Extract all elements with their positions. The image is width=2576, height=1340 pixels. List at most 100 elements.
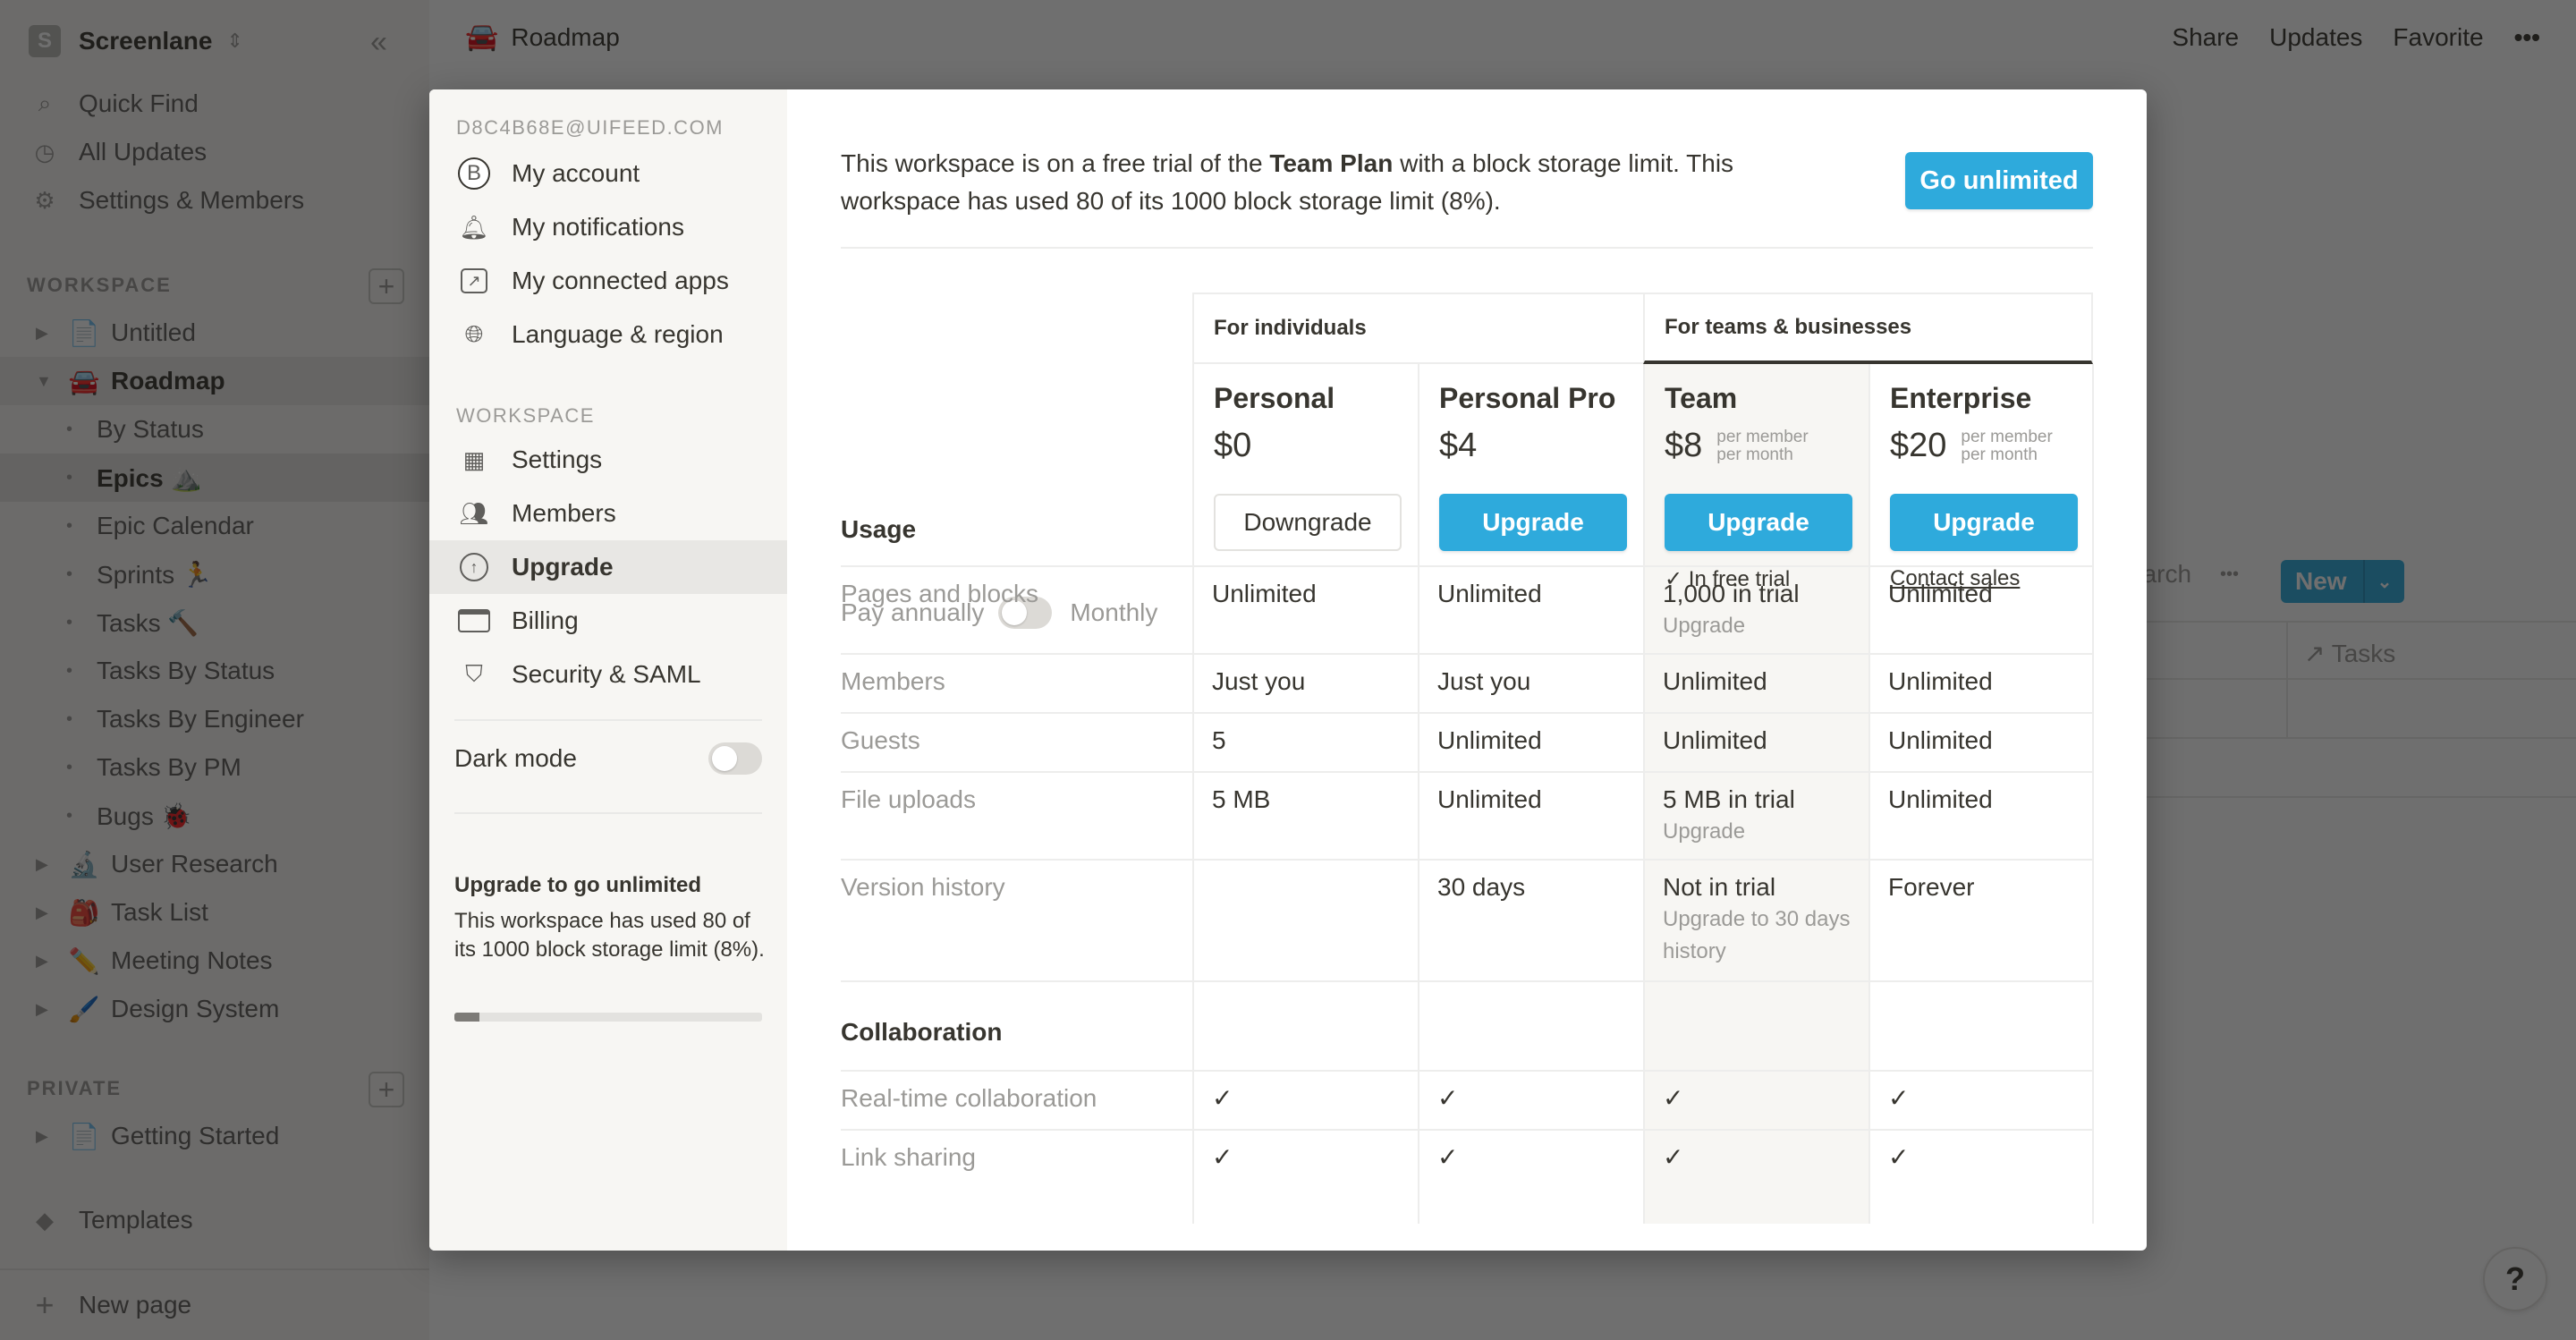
menu-label: Security & SAML [512,660,701,688]
menu-label: Members [512,499,616,527]
price-unit: per member per month [1716,427,1809,464]
cell-value: ✓ [1888,1143,1910,1171]
account-avatar-icon: B [456,156,492,191]
menu-label: Billing [512,606,579,634]
settings-security-saml[interactable]: ⛉ Security & SAML [429,648,787,701]
feature-cell-team: 1,000 in trial Upgrade [1663,578,1851,642]
feature-row: Link sharing ✓ ✓ ✓ ✓ [841,1129,2093,1188]
menu-label: My account [512,159,640,187]
cell-value: Unlimited [1437,580,1542,607]
storage-progress-bar [454,1013,762,1022]
settings-upgrade[interactable]: ↑ Upgrade [429,540,787,594]
upgrade-callout-title: Upgrade to go unlimited [454,873,701,897]
feature-cell-personal-pro: ✓ [1437,1141,1625,1174]
cell-value: Unlimited [1888,726,1993,754]
settings-workspace-settings[interactable]: ▦ Settings [429,433,787,487]
price-value: $0 [1214,427,1252,464]
upgrade-team-button[interactable]: Upgrade [1665,494,1852,551]
downgrade-personal-button[interactable]: Downgrade [1214,494,1402,551]
cell-value: Just you [1437,667,1531,695]
cell-value: Unlimited [1663,726,1767,754]
settings-billing[interactable]: Billing [429,594,787,648]
cell-value: ✓ [1437,1143,1459,1171]
settings-my-notifications[interactable]: 🔔︎ My notifications [429,200,787,254]
plan-price: $20 per member per month [1890,427,2053,465]
feature-label: Pages and blocks [841,580,1039,607]
cell-value: ✓ [1437,1084,1459,1112]
menu-label: My notifications [512,213,684,241]
settings-members[interactable]: 👥︎ Members [429,487,787,540]
feature-cell-personal: 5 MB [1212,784,1400,816]
feature-cell-enterprise: Unlimited [1888,784,2076,816]
feature-label: File uploads [841,785,976,813]
feature-cell-team: 5 MB in trial Upgrade [1663,784,1851,848]
cell-value: 5 [1212,726,1226,754]
go-unlimited-button[interactable]: Go unlimited [1905,152,2093,209]
people-icon: 👥︎ [459,499,489,527]
feature-row: Real-time collaboration ✓ ✓ ✓ ✓ [841,1070,2093,1129]
cell-value: ✓ [1888,1084,1910,1112]
external-link-icon: ↗ [456,263,492,299]
section-title-collaboration: Collaboration [841,1018,1003,1046]
feature-cell-personal-pro: Unlimited [1437,578,1625,610]
feature-cell-team: ✓ [1663,1082,1851,1115]
plan-name: Personal Pro [1439,382,1616,414]
plan-name: Enterprise [1890,382,2032,414]
settings-language-region[interactable]: 🌐︎ Language & region [429,308,787,361]
building-icon: ▦ [462,445,486,473]
cell-value: ✓ [1663,1143,1684,1171]
cell-value: 5 MB [1212,785,1271,813]
feature-cell-personal-pro: Unlimited [1437,784,1625,816]
plan-name: Team [1665,382,1738,414]
plan-name-bold: Team Plan [1269,149,1394,177]
cell-value: Unlimited [1437,726,1542,754]
settings-modal: D8C4B68E@UIFEED.COM B My account 🔔︎ My n… [429,89,2147,1251]
plan-name: Personal [1214,382,1335,414]
section-title-usage: Usage [841,515,917,543]
feature-cell-enterprise: Forever [1888,871,2076,903]
settings-connected-apps[interactable]: ↗ My connected apps [429,254,787,308]
arrow-up-circle-icon: ↑ [456,549,492,585]
cell-value: Just you [1212,667,1306,695]
divider [454,719,762,721]
feature-row: Guests 5 Unlimited Unlimited Unlimited [841,712,2093,771]
feature-label: Link sharing [841,1143,976,1171]
account-email: D8C4B68E@UIFEED.COM [456,116,724,139]
divider [454,812,762,814]
bell-icon: 🔔︎ [459,213,489,241]
price-value: $20 [1890,427,1947,464]
feature-cell-team: ✓ [1663,1141,1851,1174]
feature-cell-enterprise: ✓ [1888,1082,2076,1115]
cell-value: Unlimited [1212,580,1317,607]
dark-mode-row: Dark mode [454,742,762,775]
feature-cell-personal: ✓ [1212,1082,1400,1115]
cell-upgrade-link[interactable]: Upgrade [1663,610,1851,642]
cell-upgrade-link[interactable]: Upgrade to 30 days history [1663,903,1851,968]
feature-label: Real-time collaboration [841,1084,1097,1112]
dark-mode-toggle[interactable] [708,742,762,775]
menu-label: Settings [512,445,603,473]
plan-price: $0 [1214,427,1251,465]
cell-value: Unlimited [1888,580,1993,607]
menu-label: Upgrade [512,553,614,581]
cell-upgrade-link[interactable]: Upgrade [1663,816,1851,848]
settings-my-account[interactable]: B My account [429,147,787,200]
feature-cell-enterprise: ✓ [1888,1141,2076,1174]
group-header-teams: For teams & businesses [1643,293,2093,364]
storage-progress-fill [454,1013,479,1022]
feature-cell-personal-pro: ✓ [1437,1082,1625,1115]
group-header-individuals: For individuals [1192,293,1643,364]
feature-cell-personal: ✓ [1212,1141,1400,1174]
upgrade-personal-pro-button[interactable]: Upgrade [1439,494,1627,551]
credit-card-icon [456,603,492,639]
upgrade-callout-desc: This workspace has used 80 of its 1000 b… [454,909,765,962]
price-unit: per member per month [1961,427,2053,464]
feature-row: Pages and blocks Unlimited Unlimited 1,000 … [841,565,2093,653]
cell-value: 1,000 in trial [1663,580,1800,607]
feature-cell-personal-pro: Just you [1437,666,1625,698]
divider [841,247,2093,249]
feature-cell-team: Unlimited [1663,725,1851,757]
cell-value: Unlimited [1888,785,1993,813]
feature-cell-personal: 5 [1212,725,1400,757]
upgrade-enterprise-button[interactable]: Upgrade [1890,494,2078,551]
